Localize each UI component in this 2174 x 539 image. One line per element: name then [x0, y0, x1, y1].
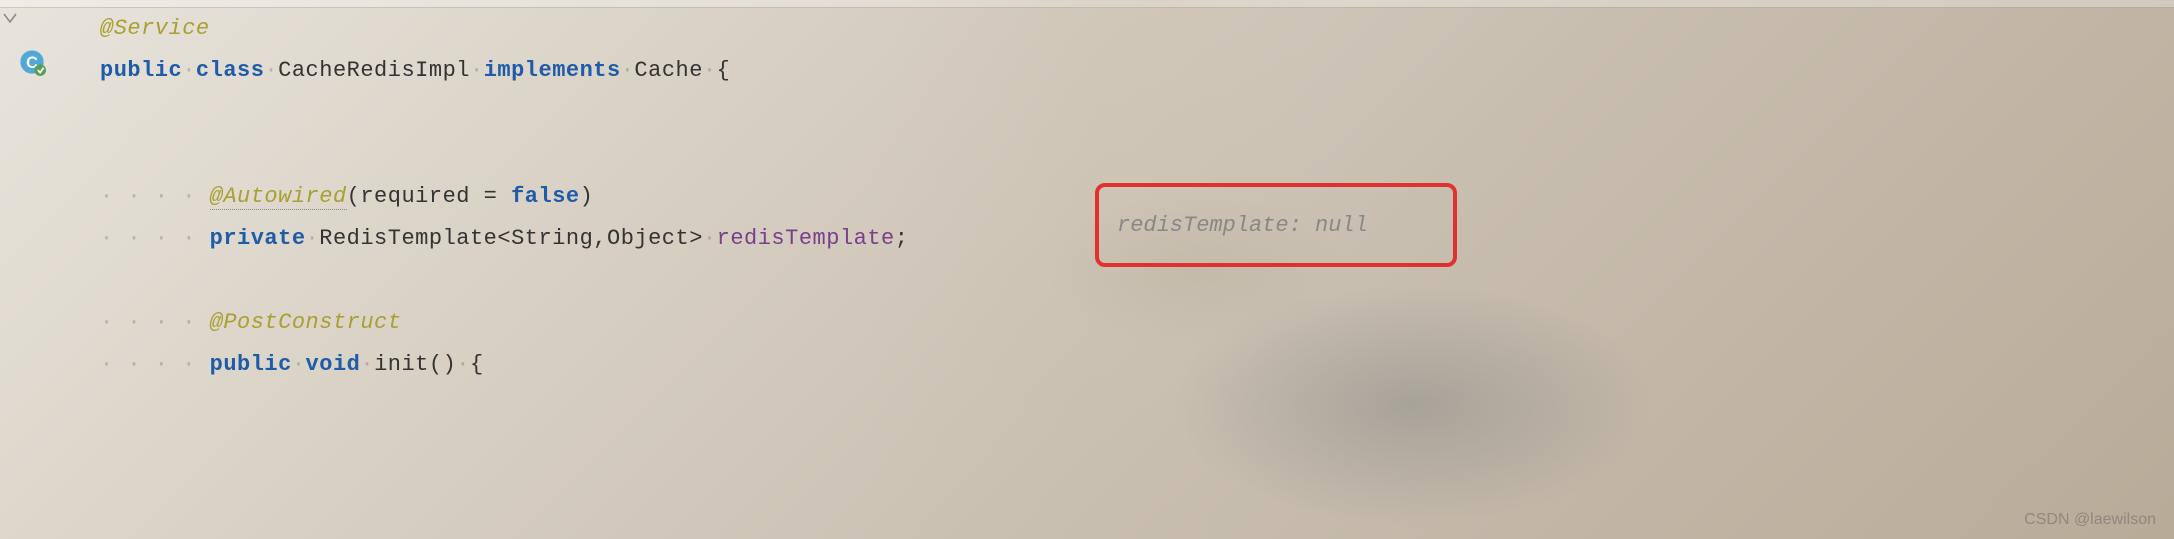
annotation: @Autowired: [210, 184, 347, 210]
code-line: [100, 92, 2174, 134]
inlay-value: redisTemplate: null: [1117, 213, 1368, 238]
code-line: public·class·CacheRedisImpl·implements·C…: [100, 50, 2174, 92]
code-line: · · · · @PostConstruct: [100, 302, 2174, 344]
code-line: · · · · public·void·init()·{: [100, 344, 2174, 386]
editor-tabbar[interactable]: [0, 0, 2174, 8]
watermark: CSDN @laewilson: [2024, 511, 2156, 529]
class-gutter-icon[interactable]: C: [18, 48, 46, 76]
code-line: @Service: [100, 8, 2174, 50]
annotation: @PostConstruct: [210, 310, 402, 335]
editor-gutter: C: [0, 8, 60, 539]
debugger-inlay-highlight: redisTemplate: null: [1095, 183, 1457, 267]
annotation: @Service: [100, 16, 210, 41]
code-line: [100, 134, 2174, 176]
